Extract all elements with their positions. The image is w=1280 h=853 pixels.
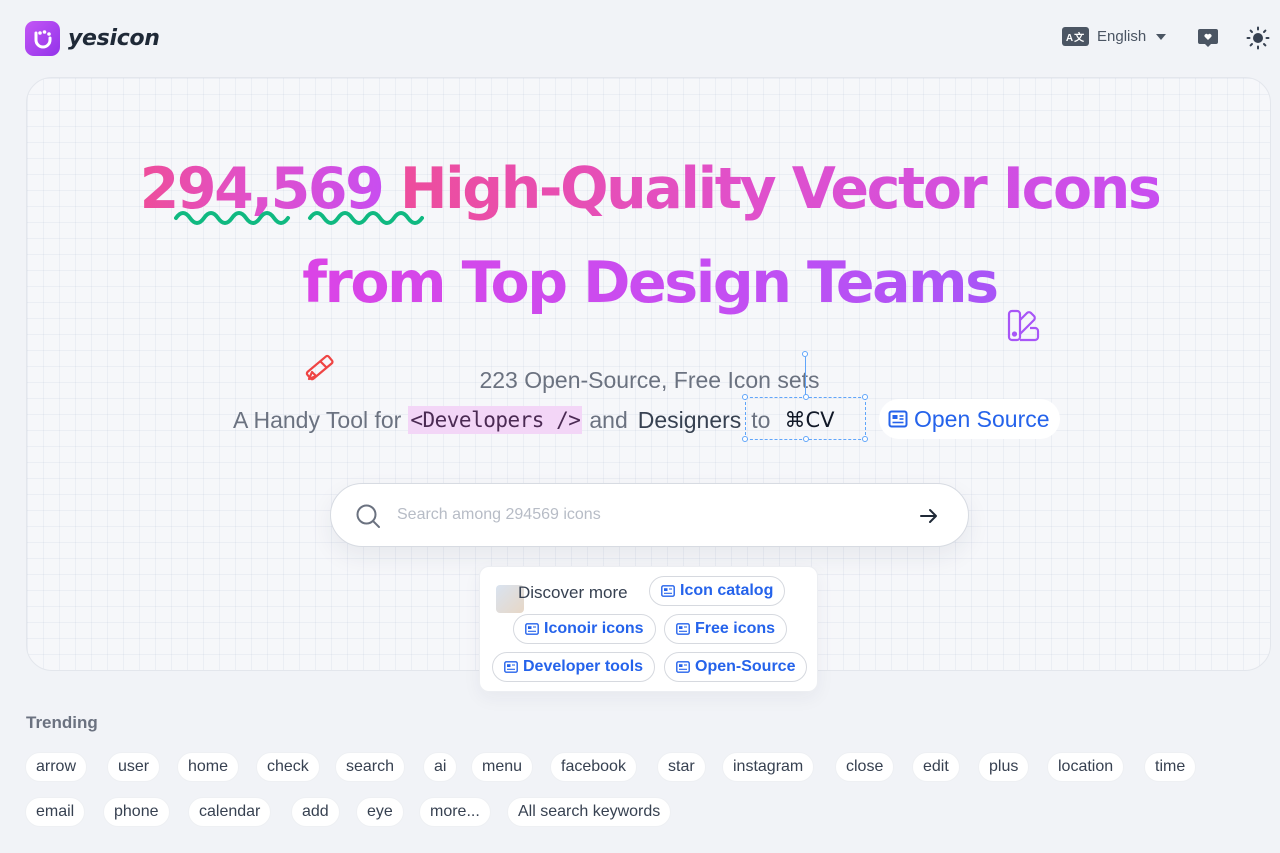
newspaper-icon [676, 661, 690, 673]
trending-tag[interactable]: instagram [722, 752, 815, 782]
discover-more-popup: Discover more Icon catalog Iconoir icons… [479, 566, 818, 692]
trending-heading: Trending [26, 713, 98, 732]
chip-icon-catalog[interactable]: Icon catalog [649, 576, 786, 606]
swatch-book-icon [1007, 309, 1040, 342]
language-selector[interactable]: A文 English [1062, 27, 1167, 46]
hero-title-rest: High-Quality Vector Icons [382, 156, 1162, 222]
trending-tag[interactable]: check [256, 752, 320, 782]
sun-icon [1246, 26, 1270, 50]
newspaper-icon [525, 623, 539, 635]
trending-tag[interactable]: home [177, 752, 240, 782]
trending-tag[interactable]: time [1144, 752, 1197, 782]
trending-tag[interactable]: eye [356, 797, 404, 827]
logo-link[interactable]: yesicon [25, 21, 160, 56]
trending-tag[interactable]: edit [912, 752, 960, 782]
trending-tag[interactable]: facebook [550, 752, 637, 782]
tagline-prefix: A Handy Tool for [233, 406, 402, 433]
selection-stem [805, 357, 806, 397]
selection-handle [742, 394, 748, 400]
discover-title: Discover more [518, 583, 628, 602]
open-source-link[interactable]: Open Source [879, 399, 1060, 439]
chip-label: Free icons [695, 620, 776, 637]
search-input[interactable] [397, 500, 897, 530]
selection-handle [742, 436, 748, 442]
trending-tag[interactable]: add [291, 797, 340, 827]
chip-label: Iconoir icons [544, 620, 644, 637]
trending-tag[interactable]: close [835, 752, 895, 782]
trending-tag[interactable]: phone [103, 797, 170, 827]
selection-handle [803, 394, 809, 400]
selection-rotate-handle [802, 351, 808, 357]
newspaper-icon [661, 585, 675, 597]
trending-tag[interactable]: search [335, 752, 406, 782]
language-label: English [1097, 28, 1147, 45]
selection-handle [862, 394, 868, 400]
arrow-right-icon [920, 509, 937, 523]
developers-tag: <Developers /> [408, 406, 583, 434]
selection-handle [862, 436, 868, 442]
chip-free-icons[interactable]: Free icons [664, 614, 788, 644]
logo-icon [25, 21, 60, 56]
open-source-label: Open Source [914, 405, 1050, 432]
hero-title-line2-text: from Top Design Teams [302, 250, 999, 316]
brand-name: yesicon [68, 26, 160, 51]
trending-tag[interactable]: ai [423, 752, 458, 782]
chip-iconoir-icons[interactable]: Iconoir icons [513, 614, 656, 644]
trending-tag[interactable]: plus [978, 752, 1030, 782]
chip-open-source[interactable]: Open-Source [664, 652, 808, 682]
trending-tag[interactable]: location [1047, 752, 1125, 782]
chip-label: Open-Source [695, 658, 796, 675]
selection-handle [803, 436, 809, 442]
trending-tag[interactable]: arrow [25, 752, 88, 782]
search-icon [356, 504, 380, 528]
feedback-button[interactable] [1196, 26, 1220, 50]
trending-tag[interactable]: calendar [188, 797, 272, 827]
translate-icon: A文 [1062, 27, 1089, 46]
hero-title-line2: from Top Design Teams [27, 250, 1270, 316]
more-keywords-link[interactable]: more... [419, 797, 491, 827]
tagline-and: and [589, 406, 628, 433]
search-submit-button[interactable] [917, 504, 941, 528]
trending-tag[interactable]: user [107, 752, 161, 782]
newspaper-icon [504, 661, 518, 673]
search-bar [330, 483, 969, 547]
designers-text: Designers [637, 406, 742, 433]
hero-subtitle: 223 Open-Source, Free Icon sets [479, 367, 820, 393]
trending-tag[interactable]: star [657, 752, 706, 782]
trending-tag[interactable]: email [25, 797, 86, 827]
heart-message-icon [1198, 29, 1218, 47]
theme-toggle-button[interactable] [1246, 26, 1270, 50]
chip-developer-tools[interactable]: Developer tools [492, 652, 656, 682]
chip-label: Developer tools [523, 658, 644, 675]
chevron-down-icon [1156, 33, 1167, 40]
newspaper-icon [888, 410, 908, 428]
selection-box [742, 394, 868, 442]
squiggle-underline [174, 211, 424, 225]
top-bar: yesicon A文 English [0, 0, 1280, 76]
trending-tag[interactable]: menu [471, 752, 534, 782]
chip-label: Icon catalog [680, 582, 774, 599]
newspaper-icon [676, 623, 690, 635]
all-keywords-link[interactable]: All search keywords [507, 797, 672, 827]
